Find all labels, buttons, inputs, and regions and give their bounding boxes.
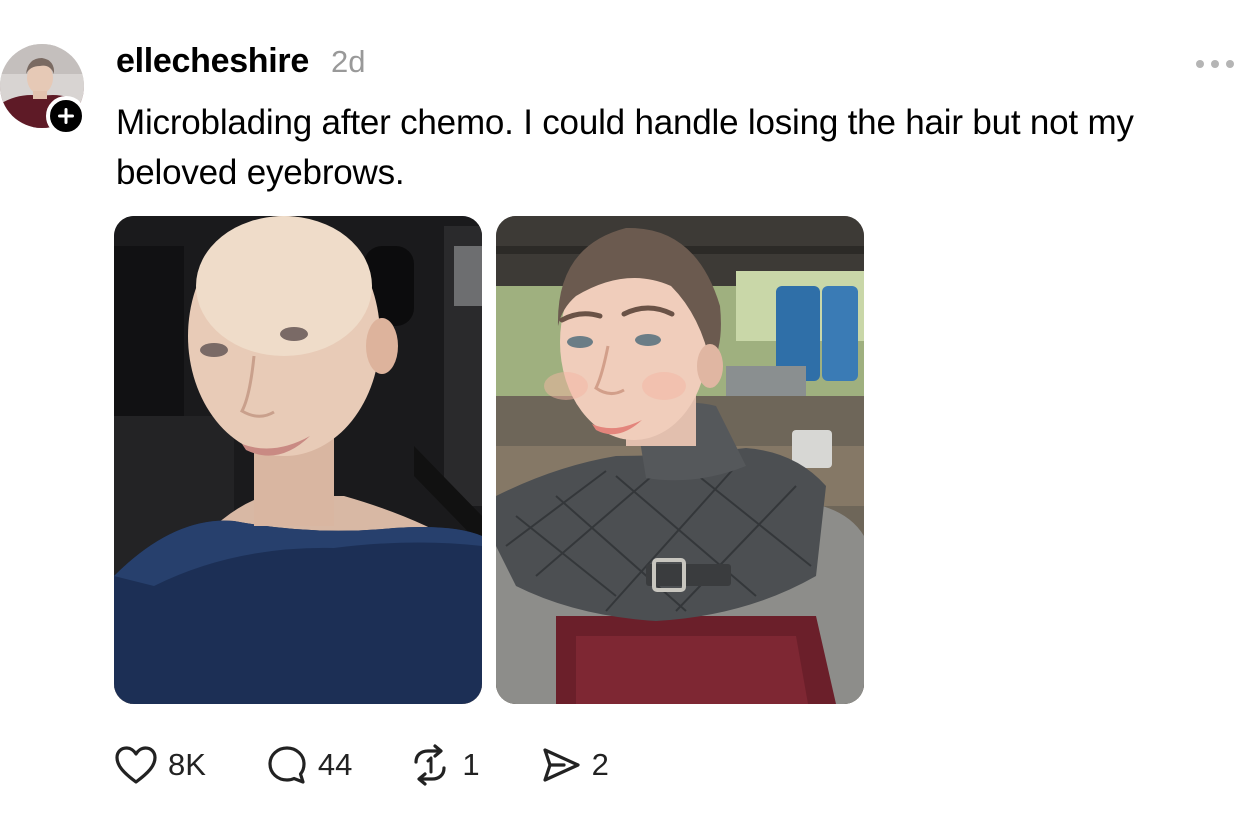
more-options-button[interactable] — [1196, 58, 1242, 70]
post-image-1[interactable] — [114, 216, 482, 704]
repost-count: 1 — [462, 747, 480, 782]
share-button[interactable]: 2 — [540, 745, 609, 785]
more-horizontal-icon — [1196, 60, 1204, 68]
avatar-container — [0, 44, 92, 136]
photo-before-chemo — [114, 216, 482, 704]
post-caption: Microblading after chemo. I could handle… — [116, 103, 1134, 192]
post-header: ellecheshire 2d — [116, 42, 365, 86]
username[interactable]: ellecheshire — [116, 42, 309, 81]
more-horizontal-icon-dot — [1211, 60, 1219, 68]
repost-button[interactable]: 1 — [408, 744, 480, 786]
send-icon — [543, 748, 580, 782]
repost-icon — [414, 744, 447, 786]
share-count: 2 — [591, 747, 609, 782]
reply-button[interactable]: 44 — [266, 744, 352, 786]
more-horizontal-icon-dot — [1226, 60, 1234, 68]
reply-count: 44 — [317, 747, 353, 782]
post-timestamp: 2d — [330, 44, 366, 79]
comment-bubble-icon — [268, 746, 306, 784]
plus-icon — [58, 108, 74, 124]
photo-after-microblading — [496, 216, 864, 704]
follow-button[interactable] — [46, 96, 86, 136]
post-actions: 8K 44 1 2 — [114, 740, 609, 790]
heart-icon — [115, 746, 157, 784]
like-button[interactable]: 8K — [114, 745, 206, 785]
like-count: 8K — [168, 747, 206, 782]
post-image-2[interactable] — [496, 216, 864, 704]
